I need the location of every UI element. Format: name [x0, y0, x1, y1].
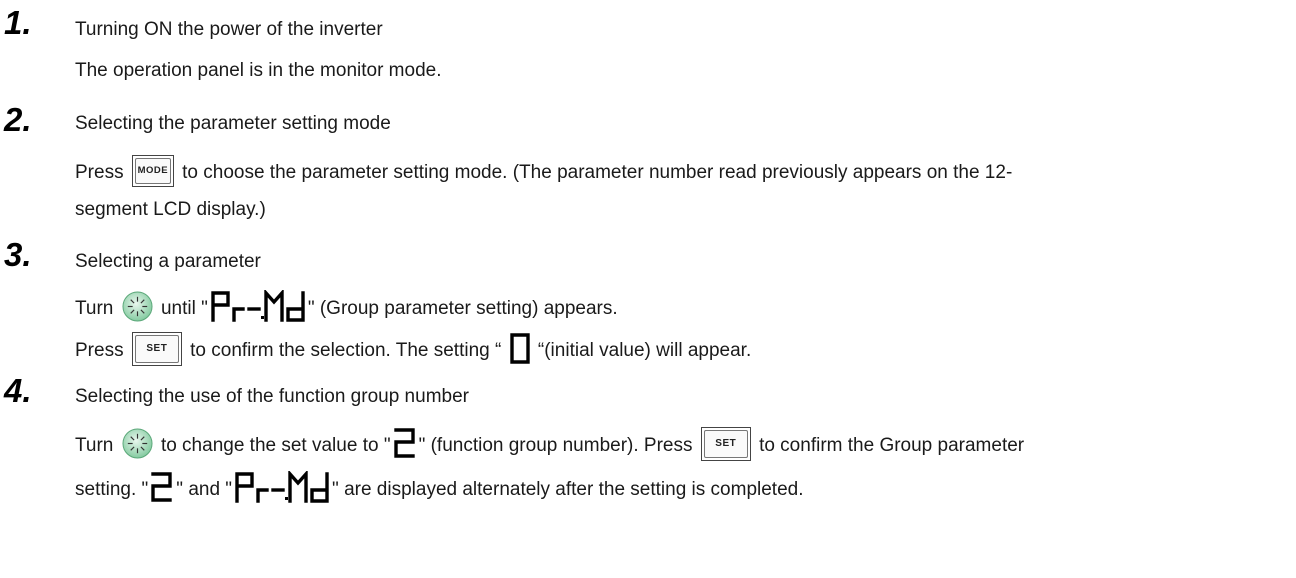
step-2-line-1: Press MODE to choose the parameter setti…: [75, 155, 1013, 189]
group-note: " (Group parameter setting) appears.: [307, 298, 618, 320]
lcd-pr-md: [234, 471, 330, 503]
lcd-zero: [509, 332, 531, 364]
step-4-line-1: Turn to change the set value to " " (fun…: [75, 427, 1025, 463]
alternate-text: " are displayed alternately after the se…: [332, 479, 804, 501]
lcd-two: [393, 427, 417, 459]
step-4-line-2: setting. " " and " " are displayed alter…: [75, 471, 804, 506]
step-4-title: Selecting the use of the function group …: [75, 386, 469, 407]
step-number-1: 1.: [4, 4, 32, 41]
until-text: until ": [160, 298, 208, 320]
set-button-label: SET: [703, 430, 748, 458]
set-button[interactable]: SET: [700, 427, 751, 461]
setting-open-text: setting. ": [75, 479, 149, 501]
fgn-text: " (function group number). Press: [418, 435, 693, 457]
press-label: Press: [75, 340, 124, 362]
lcd-pr-md: [210, 290, 306, 322]
mode-button[interactable]: MODE: [131, 155, 174, 187]
setting-dial-icon[interactable]: [122, 290, 153, 322]
step-3-line-2: Press SET to confirm the selection. The …: [75, 332, 752, 368]
set-button[interactable]: SET: [131, 332, 182, 366]
and-text: " and ": [176, 479, 233, 501]
confirm-group-text: to confirm the Group parameter: [759, 435, 1025, 457]
initial-text: “(initial value) will appear.: [537, 340, 752, 362]
turn-label: Turn: [75, 435, 114, 457]
step-1-title: Turning ON the power of the inverter: [75, 19, 383, 40]
step-number-2: 2.: [4, 101, 32, 138]
step-number-3: 3.: [4, 236, 32, 273]
step-2-text-a: to choose the parameter setting mode. (T…: [182, 162, 1013, 184]
lcd-two: [150, 471, 174, 503]
step-3-title: Selecting a parameter: [75, 251, 261, 272]
step-3-line-1: Turn until " " (Group parameter setting)…: [75, 290, 618, 325]
step-2-title: Selecting the parameter setting mode: [75, 113, 391, 134]
step-1-line: The operation panel is in the monitor mo…: [75, 60, 442, 81]
mode-button-label: MODE: [134, 158, 171, 184]
confirm-text: to confirm the selection. The setting “: [190, 340, 502, 362]
turn-label: Turn: [75, 298, 114, 320]
change-text: to change the set value to ": [160, 435, 391, 457]
set-button-label: SET: [134, 335, 179, 363]
setting-dial-icon[interactable]: [122, 427, 153, 459]
step-2-line-2: segment LCD display.): [75, 199, 266, 220]
press-label: Press: [75, 162, 124, 184]
step-number-4: 4.: [4, 372, 32, 409]
